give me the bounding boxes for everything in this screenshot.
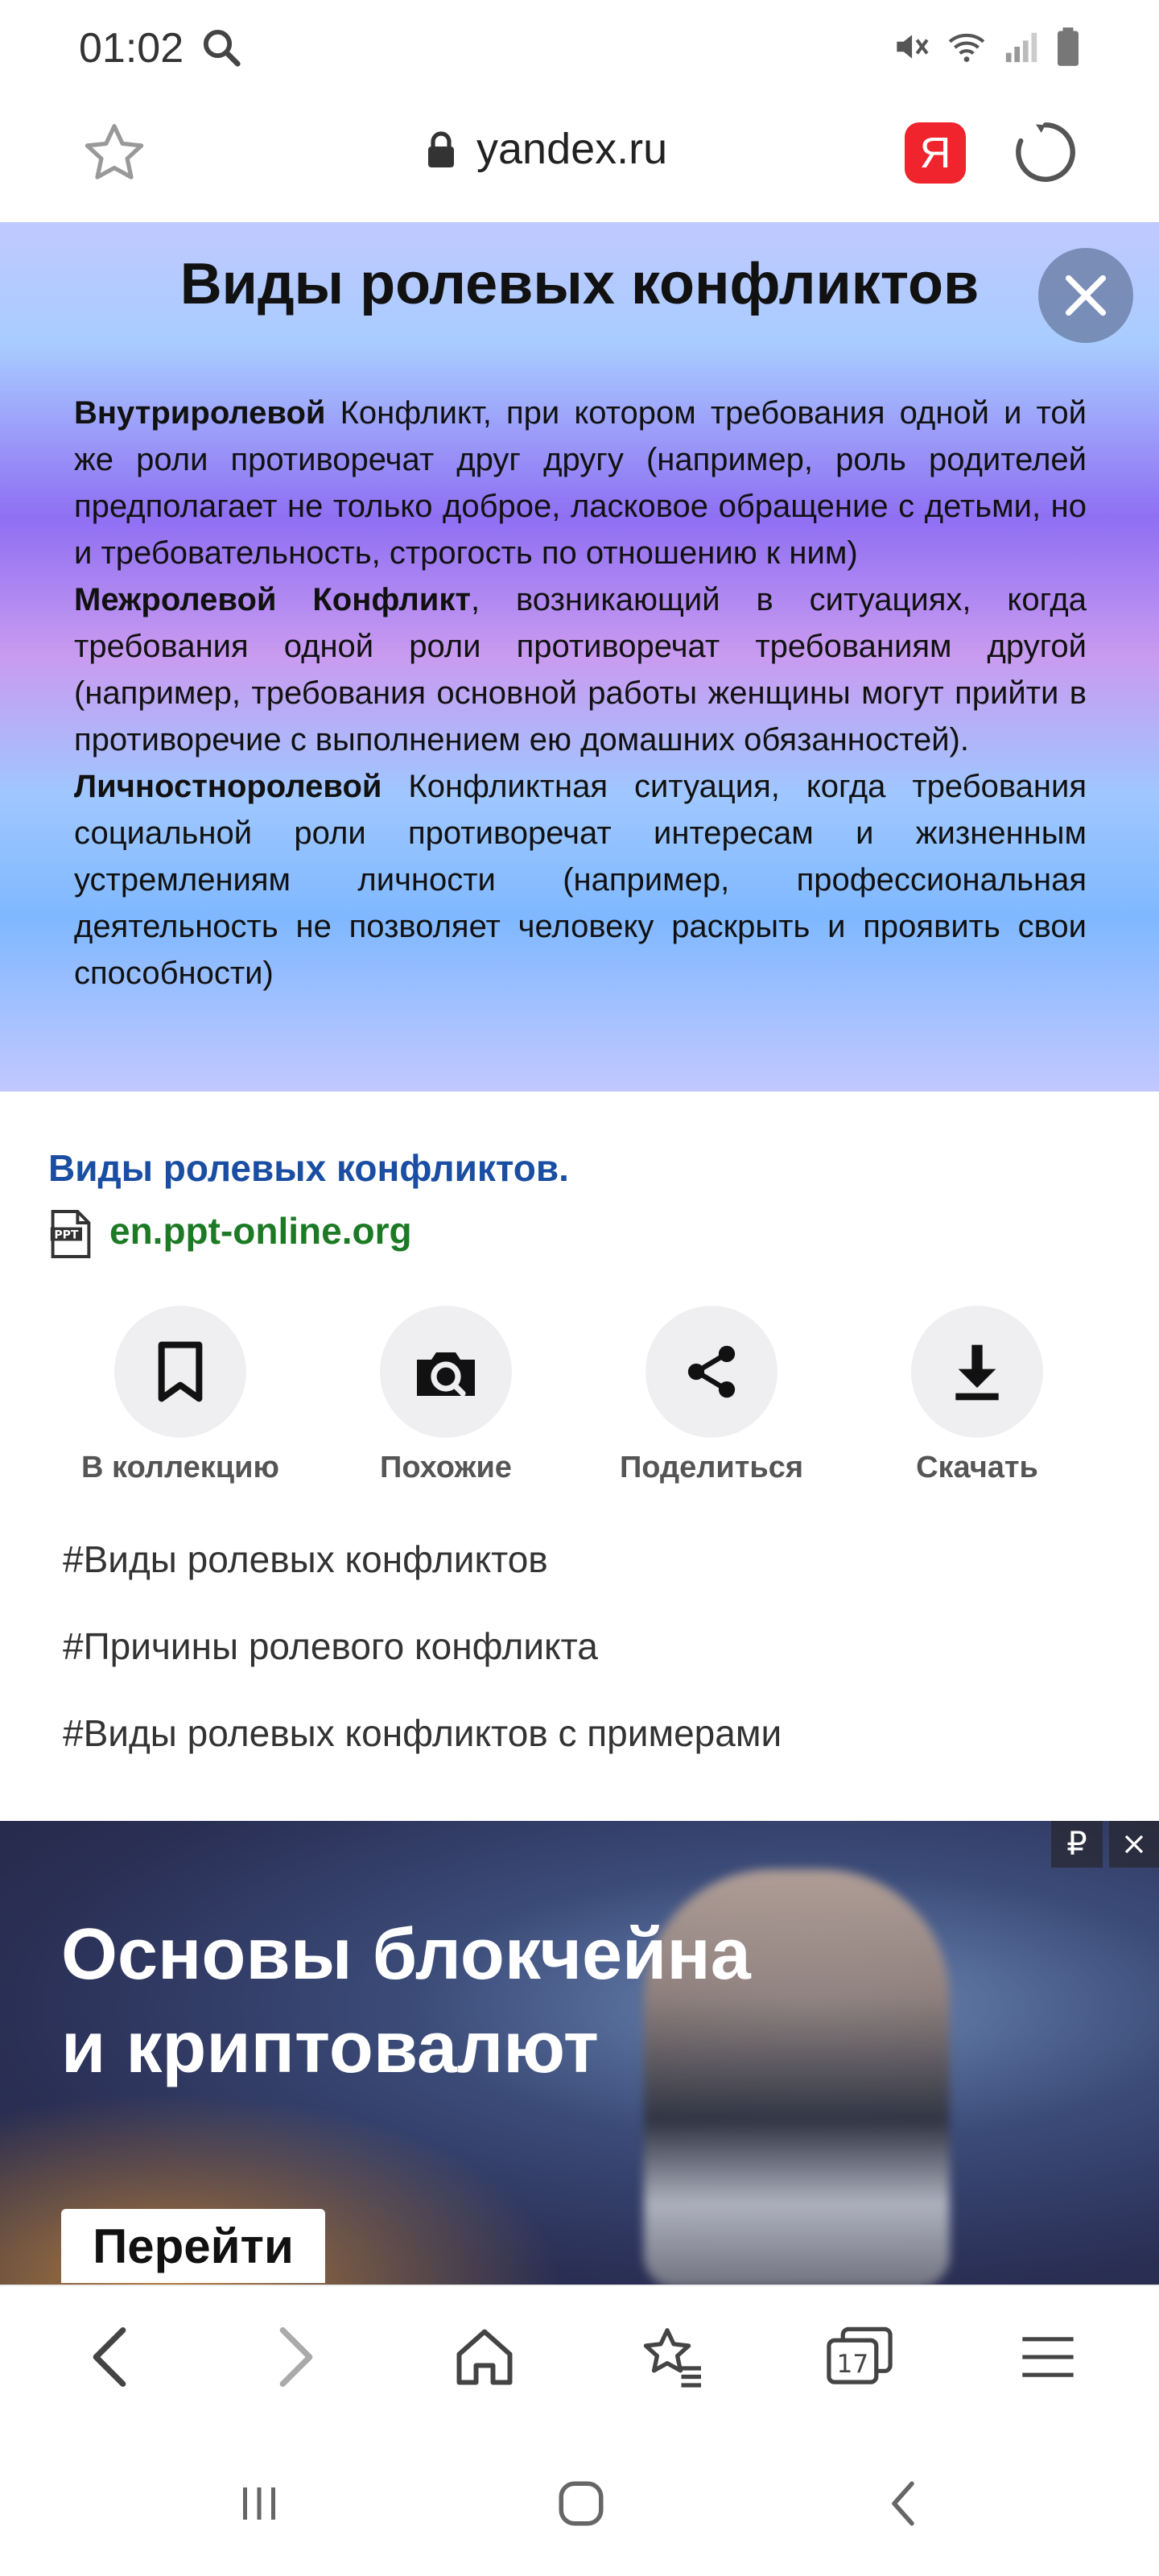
slide-body: Внутриролевой Конфликт, при котором треб… [74, 390, 1087, 997]
lock-icon [428, 131, 454, 167]
add-to-collection-circle[interactable] [114, 1306, 246, 1438]
tag-link[interactable]: #Причины ролевого конфликта [63, 1624, 598, 1668]
share-label: Поделиться [619, 1451, 804, 1484]
mute-icon [897, 35, 929, 59]
recent-apps-icon [243, 2487, 275, 2520]
star-icon[interactable] [80, 119, 148, 187]
ad-close-button[interactable] [1109, 1821, 1159, 1868]
signal-icon [1005, 32, 1037, 63]
download-label: Скачать [916, 1451, 1038, 1484]
back-button[interactable] [69, 2317, 150, 2397]
reload-icon[interactable] [1009, 116, 1082, 188]
result-title-link[interactable]: Виды ролевых конфликтов. [48, 1146, 569, 1190]
svg-text:PPT: PPT [54, 1229, 79, 1242]
similar-circle[interactable] [380, 1306, 512, 1438]
share-circle[interactable] [645, 1306, 777, 1438]
ppt-file-icon: PPT [50, 1210, 91, 1258]
ad-headline-line: и криптовалют [61, 2008, 599, 2088]
ad-headline: Основы блокчейна и криптовалют [61, 1908, 866, 2095]
add-to-collection-button[interactable]: В коллекцию [60, 1306, 301, 1499]
forward-button[interactable] [256, 2317, 336, 2397]
home-icon [456, 2329, 513, 2385]
ad-currency-badge[interactable]: ₽ [1051, 1821, 1103, 1868]
close-preview-button[interactable] [1038, 248, 1133, 343]
slide-paragraph: Внутриролевой Конфликт, при котором треб… [74, 390, 1087, 576]
menu-button[interactable] [1008, 2317, 1088, 2397]
bookmarks-button[interactable] [633, 2317, 713, 2397]
recent-apps-button[interactable] [219, 2463, 299, 2544]
chevron-right-icon [279, 2327, 313, 2387]
camera-search-icon [417, 1352, 475, 1397]
close-icon [1124, 1835, 1144, 1854]
battery-icon [1058, 27, 1079, 66]
yandex-badge[interactable]: Я [905, 122, 966, 184]
ad-go-button[interactable]: Перейти [61, 2209, 325, 2283]
download-icon [955, 1344, 999, 1401]
share-button[interactable]: Поделиться [591, 1306, 832, 1499]
status-time: 01:02 [79, 25, 184, 72]
download-button[interactable]: Скачать [856, 1306, 1098, 1499]
similar-button[interactable]: Похожие [325, 1306, 567, 1499]
slide-term: Личностноролевой [74, 769, 382, 804]
tag-link[interactable]: #Виды ролевых конфликтов [63, 1538, 548, 1581]
ad-headline-line: Основы блокчейна [61, 1914, 751, 1995]
wifi-icon [948, 33, 985, 62]
slide-image[interactable]: Виды ролевых конфликтов Внутриролевой Ко… [0, 222, 1159, 1092]
slide-paragraph: Межролевой Конфликт, возникающий в ситуа… [74, 576, 1087, 763]
status-icons [890, 26, 1082, 68]
slide-term: Внутриролевой [74, 395, 326, 431]
share-icon [687, 1345, 736, 1398]
system-back-button[interactable] [863, 2463, 943, 2544]
chevron-left-icon [93, 2327, 126, 2387]
system-home-icon [559, 2481, 604, 2526]
tabs-icon: 17 [827, 2326, 893, 2384]
slide-term: Межролевой Конфликт [74, 582, 471, 617]
ad-banner[interactable]: Основы блокчейна и криптовалют Перейти ₽ [0, 1821, 1159, 2285]
hamburger-menu-icon [1022, 2337, 1074, 2377]
download-circle[interactable] [911, 1306, 1043, 1438]
close-icon [1065, 275, 1107, 316]
search-icon [203, 29, 241, 67]
browser-bottom-nav [0, 2285, 1159, 2434]
system-home-button[interactable] [541, 2463, 621, 2544]
similar-label: Похожие [380, 1451, 512, 1484]
url-text[interactable]: yandex.ru [476, 124, 667, 174]
system-back-icon [892, 2481, 914, 2526]
star-list-icon [643, 2328, 701, 2388]
tabs-count: 17 [837, 2350, 869, 2379]
home-button[interactable] [444, 2317, 525, 2397]
result-source-link[interactable]: en.ppt-online.org [109, 1209, 412, 1253]
tag-link[interactable]: #Виды ролевых конфликтов с примерами [63, 1711, 782, 1755]
slide-title: Виды ролевых конфликтов [179, 252, 980, 316]
slide-paragraph: Личностноролевой Конфликтная ситуация, к… [74, 763, 1087, 997]
tabs-button[interactable]: 17 [819, 2317, 900, 2397]
add-to-collection-label: В коллекцию [81, 1451, 279, 1484]
bookmark-icon [158, 1341, 203, 1402]
